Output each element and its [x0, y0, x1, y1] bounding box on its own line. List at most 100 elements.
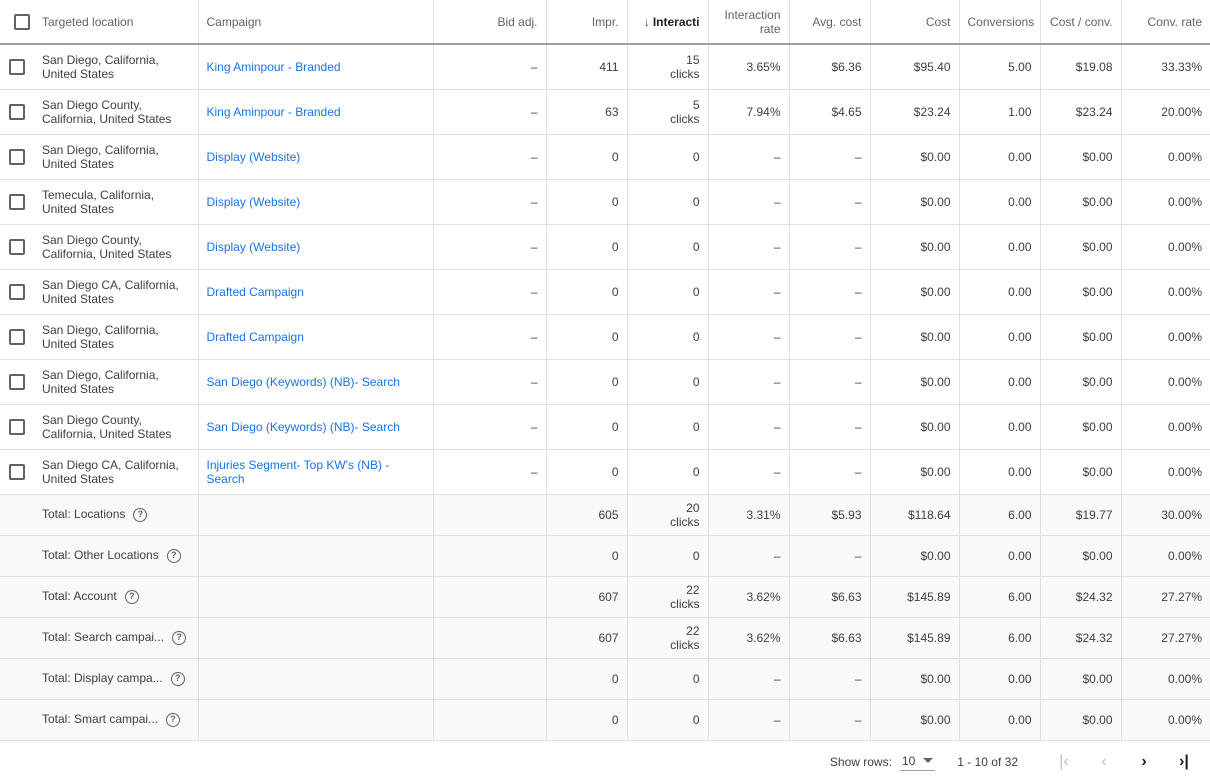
total-bid-adj-cell — [433, 535, 547, 576]
row-select-cell — [0, 314, 34, 359]
conversions-cell: 0.00 — [959, 134, 1041, 179]
header-conv-rate[interactable]: Conv. rate — [1121, 0, 1210, 45]
cost-cell: $0.00 — [870, 359, 960, 404]
avg-cost-cell: $6.36 — [789, 44, 871, 89]
campaign-link[interactable]: King Aminpour - Branded — [207, 60, 425, 74]
total-label-cell: Total: Account? — [34, 576, 199, 617]
row-checkbox[interactable] — [9, 463, 25, 480]
rows-per-page-select[interactable]: 10 — [899, 754, 936, 771]
conversions-cell: 0.00 — [959, 658, 1041, 699]
row-checkbox[interactable] — [9, 58, 25, 75]
row-checkbox[interactable] — [9, 238, 25, 255]
help-circle-icon[interactable]: ? — [170, 671, 185, 686]
interaction-rate-cell: – — [708, 134, 790, 179]
row-checkbox[interactable] — [9, 373, 25, 390]
conversions-cell: 0.00 — [959, 269, 1041, 314]
header-bid-adj[interactable]: Bid adj. — [433, 0, 547, 45]
header-interactions[interactable]: ↓ Interacti — [627, 0, 709, 45]
total-spacer-cell — [0, 658, 34, 699]
table-row: San Diego, California, United States King… — [0, 44, 1210, 89]
first-page-icon[interactable]: |‹ — [1044, 753, 1084, 771]
row-checkbox[interactable] — [9, 103, 25, 120]
last-page-icon[interactable]: ›| — [1164, 753, 1204, 771]
impr-cell: 0 — [546, 134, 628, 179]
conversions-cell: 6.00 — [959, 576, 1041, 617]
row-checkbox[interactable] — [9, 328, 25, 345]
total-label-cell: Total: Display campa...? — [34, 658, 199, 699]
interactions-cell: 0 — [627, 449, 709, 494]
interactions-cell: 22 clicks — [627, 617, 709, 658]
interaction-rate-cell: – — [708, 359, 790, 404]
interaction-rate-cell: 7.94% — [708, 89, 790, 134]
interaction-rate-cell: – — [708, 699, 790, 740]
bid-adj-cell: – — [433, 89, 547, 134]
avg-cost-cell: – — [789, 314, 871, 359]
interactions-value: 22 — [686, 582, 700, 597]
header-conversions[interactable]: Conversions — [959, 0, 1041, 45]
campaign-link[interactable]: Drafted Campaign — [207, 285, 425, 299]
conv-rate-cell: 27.27% — [1161, 589, 1202, 604]
campaign-link[interactable]: San Diego (Keywords) (NB)- Search — [207, 375, 425, 389]
cost-per-conv-cell: $19.77 — [1040, 494, 1122, 535]
page-range: 1 - 10 of 32 — [957, 755, 1018, 769]
row-checkbox[interactable] — [9, 148, 25, 165]
header-cost[interactable]: Cost — [870, 0, 960, 45]
table-row: Temecula, California, United States Displ… — [0, 179, 1210, 224]
campaign-link[interactable]: Injuries Segment- Top KW's (NB) - Search — [207, 458, 425, 486]
help-circle-icon[interactable]: ? — [172, 630, 187, 645]
show-rows-label: Show rows: — [829, 755, 892, 769]
conv-rate-cell: 27.27% — [1161, 630, 1202, 645]
total-campaign-cell — [198, 658, 434, 699]
header-avg-cost[interactable]: Avg. cost — [789, 0, 871, 45]
header-cost-per-conv[interactable]: Cost / conv. — [1040, 0, 1122, 45]
header-campaign[interactable]: Campaign — [198, 0, 434, 45]
campaign-link[interactable]: Display (Website) — [207, 150, 425, 164]
help-circle-icon[interactable]: ? — [166, 712, 181, 727]
impr-cell: 0 — [546, 535, 628, 576]
conv-rate-cell: 0.00% — [1167, 194, 1202, 209]
campaign-link[interactable]: King Aminpour - Branded — [207, 105, 425, 119]
total-bid-adj-cell — [433, 699, 547, 740]
total-label: Total: Search campai... — [42, 630, 165, 645]
avg-cost-cell: – — [789, 658, 871, 699]
campaign-link[interactable]: Drafted Campaign — [207, 330, 425, 344]
interactions-unit: clicks — [670, 514, 700, 529]
campaign-link[interactable]: Display (Website) — [207, 240, 425, 254]
interaction-rate-cell: 3.31% — [708, 494, 790, 535]
header-impr[interactable]: Impr. — [546, 0, 628, 45]
total-label: Total: Locations — [42, 507, 126, 522]
cost-per-conv-cell: $0.00 — [1040, 404, 1122, 449]
chevron-left-icon[interactable]: ‹ — [1084, 753, 1124, 771]
total-campaign-cell — [198, 617, 434, 658]
row-checkbox[interactable] — [9, 283, 25, 300]
campaign-link[interactable]: San Diego (Keywords) (NB)- Search — [207, 420, 425, 434]
interactions-unit: clicks — [670, 596, 700, 611]
help-circle-icon[interactable]: ? — [166, 548, 181, 563]
select-all-checkbox[interactable] — [13, 13, 30, 30]
interactions-value: 22 — [686, 623, 700, 638]
row-select-cell — [0, 404, 34, 449]
header-targeted-location[interactable]: Targeted location — [34, 0, 199, 45]
total-bid-adj-cell — [433, 658, 547, 699]
location-cell: San Diego, California, United States — [34, 44, 199, 89]
conversions-cell: 0.00 — [959, 224, 1041, 269]
avg-cost-cell: – — [789, 535, 871, 576]
conversions-cell: 0.00 — [959, 404, 1041, 449]
header-interaction-rate[interactable]: Interaction rate — [708, 0, 790, 45]
total-label-cell: Total: Search campai...? — [34, 617, 199, 658]
total-label-cell: Total: Smart campai...? — [34, 699, 199, 740]
impr-cell: 607 — [546, 576, 628, 617]
interactions-cell: 0 — [627, 359, 709, 404]
interactions-cell: 0 — [627, 269, 709, 314]
cost-cell: $0.00 — [870, 449, 960, 494]
conv-rate-cell: 30.00% — [1161, 507, 1202, 522]
help-circle-icon[interactable]: ? — [133, 507, 148, 522]
row-checkbox[interactable] — [9, 193, 25, 210]
conversions-cell: 0.00 — [959, 314, 1041, 359]
bid-adj-cell: – — [433, 269, 547, 314]
chevron-right-icon[interactable]: › — [1124, 753, 1164, 771]
campaign-cell: Drafted Campaign — [198, 314, 434, 359]
campaign-link[interactable]: Display (Website) — [207, 195, 425, 209]
help-circle-icon[interactable]: ? — [124, 589, 139, 604]
row-checkbox[interactable] — [9, 418, 25, 435]
